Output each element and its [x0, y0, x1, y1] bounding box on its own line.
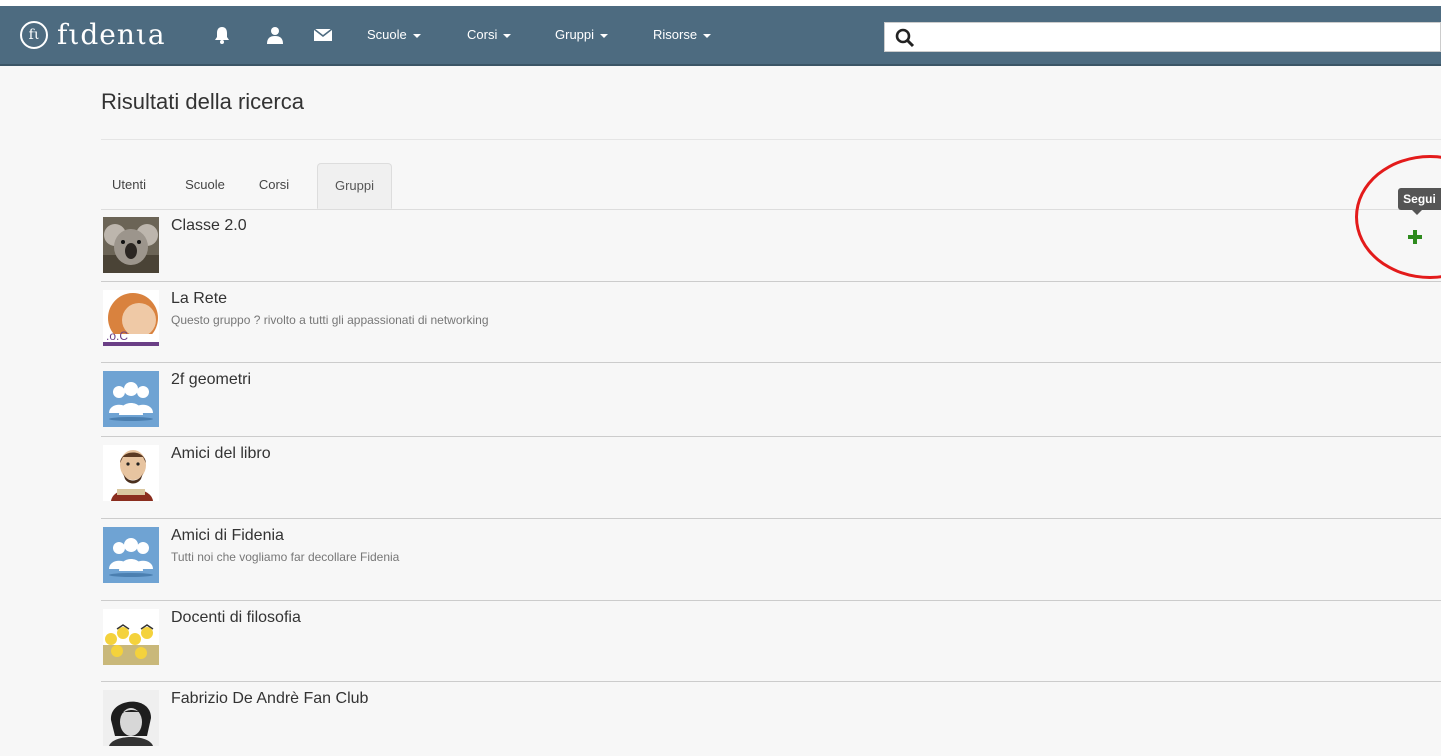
menu-label: Corsi [467, 27, 498, 42]
search-icon[interactable] [895, 28, 915, 48]
menu-risorse[interactable]: Risorse [653, 26, 712, 44]
portrait-photo[interactable] [103, 690, 159, 746]
network-logo[interactable]: .o.C [103, 290, 159, 346]
tab-scuole[interactable]: Scuole [175, 163, 235, 208]
brand-logo[interactable]: fι fιdenιa [20, 15, 166, 55]
group-row: Classe 2.0 [101, 209, 1441, 282]
group-name[interactable]: Docenti di filosofia [171, 609, 301, 627]
group-row: Fabrizio De Andrè Fan Club [101, 682, 1441, 756]
cartoon-philosophers[interactable] [103, 609, 159, 665]
caret-down-icon [503, 33, 512, 38]
envelope-icon[interactable] [313, 25, 333, 45]
tooltip-arrow [1412, 210, 1422, 215]
group-name[interactable]: Classe 2.0 [171, 217, 247, 235]
menu-label: Gruppi [555, 27, 595, 42]
search-box [884, 22, 1441, 53]
group-name[interactable]: Fabrizio De Andrè Fan Club [171, 690, 368, 708]
follow-button[interactable] [1405, 227, 1425, 247]
koala-photo[interactable] [103, 217, 159, 273]
group-name[interactable]: 2f geometri [171, 371, 251, 389]
user-icon[interactable] [265, 25, 285, 45]
group-description: Tutti noi che vogliamo far decollare Fid… [171, 550, 400, 564]
divider [101, 139, 1441, 140]
menu-label: Risorse [653, 27, 698, 42]
menu-corsi[interactable]: Corsi [467, 26, 512, 44]
tab-corsi[interactable]: Corsi [251, 163, 297, 208]
group-name[interactable]: La Rete [171, 290, 227, 308]
group-icon[interactable] [103, 371, 159, 427]
group-row: 2f geometri [101, 363, 1441, 437]
search-input[interactable] [925, 23, 1429, 53]
menu-scuole[interactable]: Scuole [367, 26, 421, 44]
tab-utenti[interactable]: Utenti [101, 163, 157, 208]
navbar: fι fιdenιa Scuole Corsi Gruppi Risorse [0, 6, 1441, 66]
tab-gruppi[interactable]: Gruppi [317, 163, 392, 209]
group-name[interactable]: Amici del libro [171, 445, 271, 463]
brand-name: fιdenιa [57, 18, 166, 51]
group-description: Questo gruppo ? rivolto a tutti gli appa… [171, 313, 489, 327]
group-name[interactable]: Amici di Fidenia [171, 527, 284, 545]
follow-tooltip: Segui [1398, 188, 1441, 210]
writer-caricature[interactable] [103, 445, 159, 501]
group-row: Docenti di filosofia [101, 601, 1441, 682]
group-icon[interactable] [103, 527, 159, 583]
result-tabs: Utenti Scuole Corsi Gruppi [101, 163, 1441, 210]
brand-mark: fι [20, 21, 48, 49]
group-row: Amici di Fidenia Tutti noi che vogliamo … [101, 519, 1441, 601]
caret-down-icon [412, 33, 421, 38]
group-row: Amici del libro [101, 437, 1441, 519]
caret-down-icon [703, 33, 712, 38]
caret-down-icon [600, 33, 609, 38]
menu-gruppi[interactable]: Gruppi [555, 26, 609, 44]
bell-icon[interactable] [212, 25, 232, 45]
group-row: .o.C La Rete Questo gruppo ? rivolto a t… [101, 282, 1441, 363]
svg-text:.o.C: .o.C [106, 329, 128, 343]
menu-label: Scuole [367, 27, 407, 42]
page-title: Risultati della ricerca [101, 89, 304, 114]
plus-icon [1408, 230, 1422, 244]
